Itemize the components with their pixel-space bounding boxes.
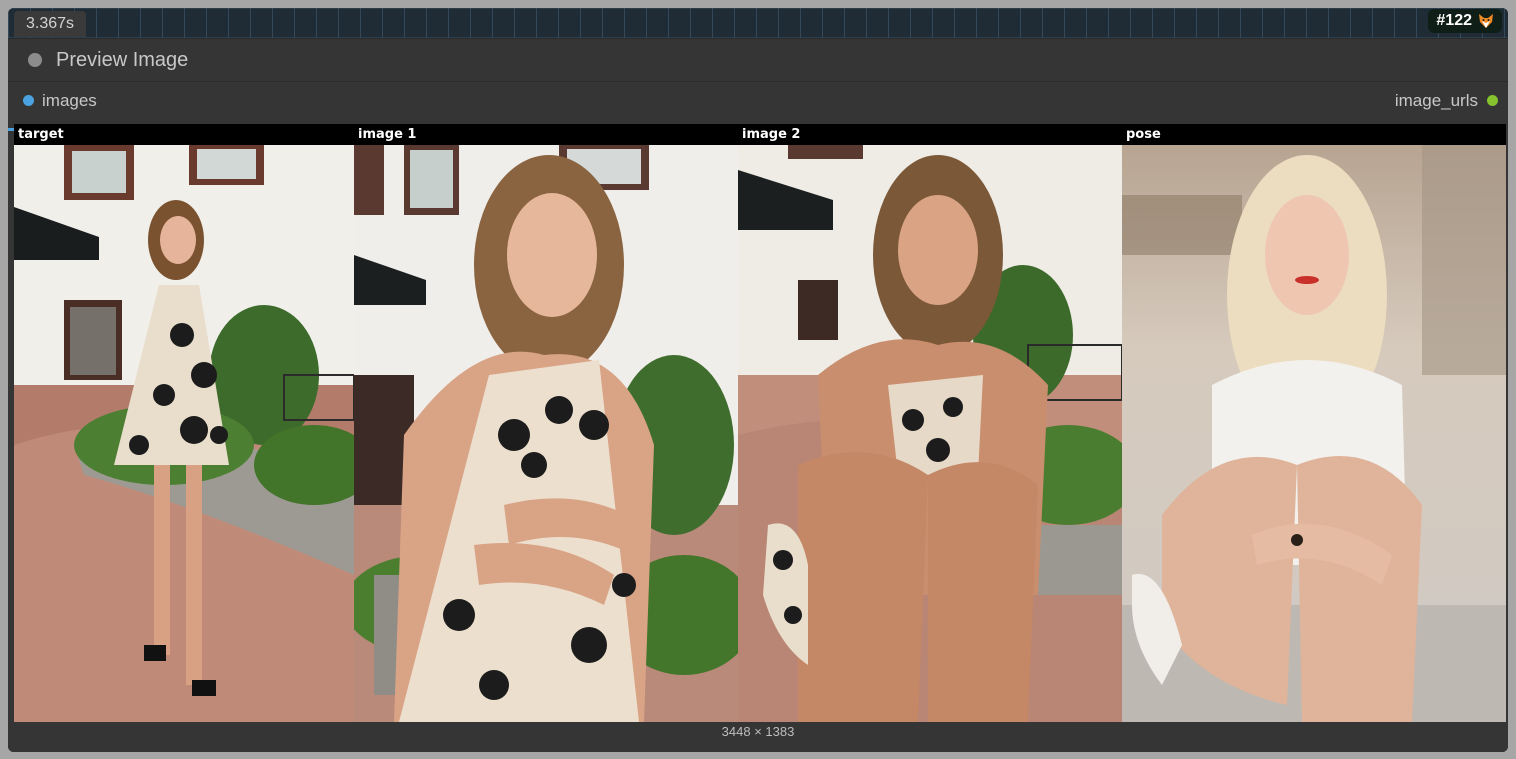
- preview-panel-image-1[interactable]: image 1: [354, 124, 738, 722]
- image-preview-area[interactable]: target image 1 image 2 pose: [14, 124, 1506, 722]
- output-slot-image-urls[interactable]: [1487, 95, 1498, 106]
- target-photo: [14, 145, 354, 722]
- pose-photo: [1122, 145, 1506, 722]
- panel-label: image 2: [742, 127, 801, 142]
- image-1-photo: [354, 145, 738, 722]
- node-slots-row: images image_urls: [8, 82, 1508, 122]
- panel-label: target: [18, 127, 64, 142]
- output-slot-label: image_urls: [1394, 91, 1478, 110]
- collapse-toggle[interactable]: [28, 53, 42, 67]
- image-dimensions-label: 3448 × 1383: [721, 724, 795, 739]
- node-header[interactable]: Preview Image: [8, 39, 1508, 82]
- preview-image-node[interactable]: Preview Image images image_urls target i…: [8, 38, 1508, 752]
- preview-panel-target[interactable]: target: [14, 124, 354, 722]
- panel-label: image 1: [358, 127, 417, 142]
- input-slot-label: images: [42, 91, 97, 110]
- node-title: Preview Image: [56, 49, 189, 71]
- preview-image-node-frame: 3.367s #122 Preview Image images image_u…: [8, 8, 1508, 752]
- preview-panel-pose[interactable]: pose: [1122, 124, 1506, 722]
- panel-label: pose: [1126, 127, 1161, 142]
- node-id-badge[interactable]: #122: [1428, 9, 1502, 33]
- image-2-photo: [738, 145, 1122, 722]
- input-slot-images[interactable]: [23, 95, 34, 106]
- fox-icon: [1478, 13, 1494, 29]
- preview-panel-image-2[interactable]: image 2: [738, 124, 1122, 722]
- execution-time-badge: 3.367s: [14, 11, 87, 37]
- canvas-grid-background: [8, 8, 1508, 38]
- node-id-label: #122: [1436, 12, 1472, 29]
